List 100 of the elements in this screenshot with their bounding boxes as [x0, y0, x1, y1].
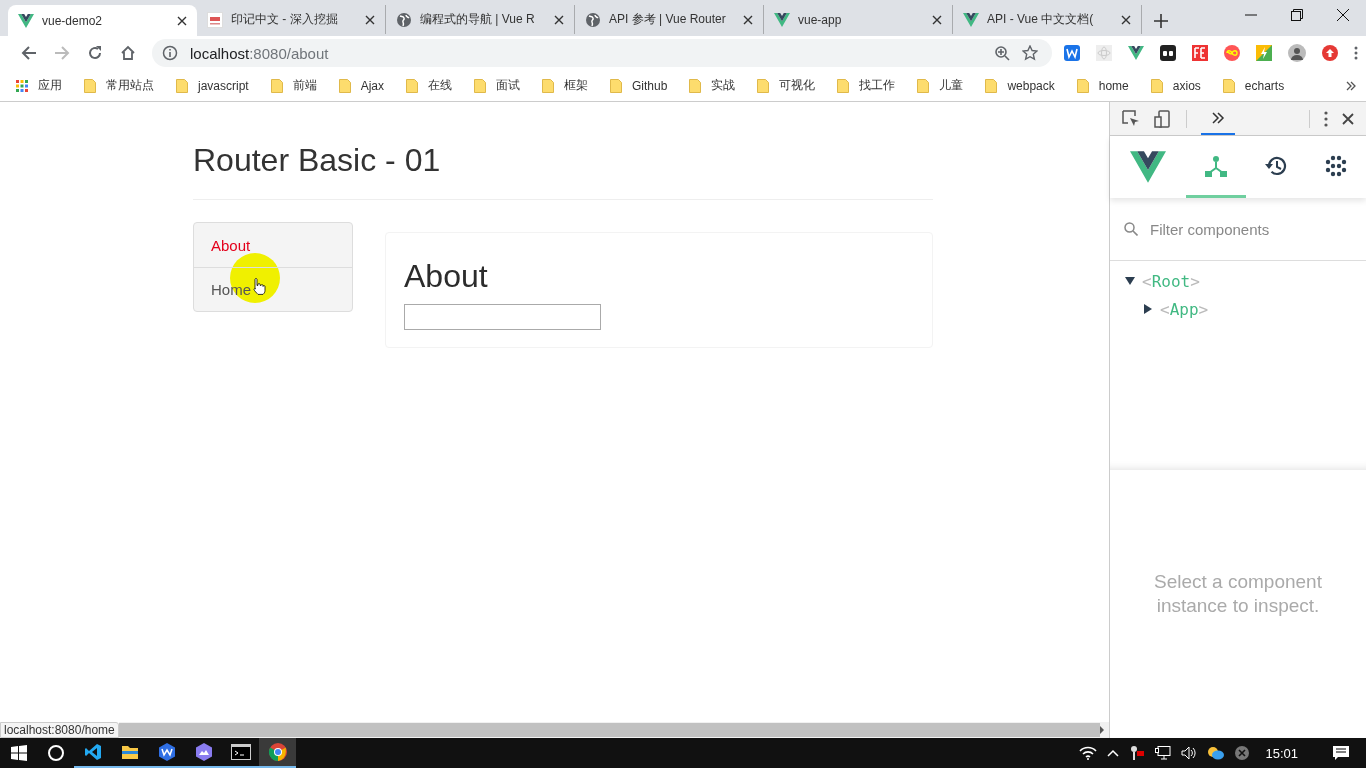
tag-bracket: < [1142, 271, 1152, 291]
close-icon[interactable] [930, 14, 944, 25]
menu-icon[interactable] [1354, 46, 1358, 60]
tab-title: vue-demo2 [42, 13, 104, 28]
tag-bracket: < [1160, 299, 1170, 319]
vue-logo-icon [963, 12, 979, 27]
globe-icon [585, 11, 601, 28]
folder-icon [610, 78, 623, 93]
tab-title: API - Vue 中文文档( [987, 11, 1095, 28]
inspect-icon[interactable] [1122, 109, 1140, 128]
bookmark[interactable]: echarts [1222, 78, 1285, 93]
bookmark[interactable]: javascript [176, 78, 249, 93]
hexagon-icon [194, 743, 213, 761]
clock[interactable]: 15:01 [1265, 745, 1298, 761]
bookmark[interactable]: 面试 [474, 77, 521, 94]
browser-tab[interactable]: vue-app [764, 5, 953, 34]
browser-tab[interactable]: 印记中文 - 深入挖掘 [197, 5, 386, 34]
bookmark[interactable]: 可视化 [757, 77, 816, 94]
bookmark[interactable]: 常用站点 [84, 77, 154, 94]
info-icon[interactable] [162, 45, 178, 61]
folder-icon [1076, 78, 1089, 93]
infinity-icon[interactable] [1224, 45, 1240, 61]
collapsed-arrow-icon[interactable] [1142, 304, 1154, 314]
bookmark[interactable]: 儿童 [917, 77, 964, 94]
browser-tab[interactable]: 编程式的导航 | Vue R [386, 5, 575, 34]
hand-cursor-icon [252, 277, 266, 295]
browser-tab[interactable]: API - Vue 中文文档( [953, 5, 1142, 34]
notification-icon[interactable] [1332, 745, 1350, 761]
vue-logo-icon [774, 12, 790, 27]
tag-bracket: > [1190, 271, 1200, 291]
search-icon [1124, 222, 1138, 236]
globe-icon [396, 11, 412, 28]
browser-tab[interactable]: API 参考 | Vue Router [575, 5, 764, 34]
folder-icon [837, 78, 850, 93]
taskbar-app[interactable] [259, 738, 296, 768]
folder-icon [338, 78, 351, 93]
folder-icon [84, 78, 96, 93]
folder-icon [270, 78, 283, 93]
expanded-arrow-icon[interactable] [1124, 276, 1136, 286]
component-name: Root [1151, 271, 1191, 291]
bookmark[interactable]: 应用 [16, 77, 62, 94]
folder-icon [1222, 78, 1235, 93]
bookmark[interactable]: 在线 [406, 77, 453, 94]
yinji-logo-icon [207, 11, 223, 28]
url-host: localhost [190, 44, 250, 62]
tab-title: API 参考 | Vue Router [609, 11, 727, 28]
close-icon[interactable] [1342, 112, 1354, 125]
tab-title: vue-app [798, 12, 843, 27]
bookmark[interactable]: 框架 [542, 77, 589, 94]
avatar-icon[interactable] [1288, 44, 1306, 62]
w-logo-icon[interactable] [1064, 45, 1080, 61]
component-name: App [1169, 299, 1199, 319]
horizontal-scrollbar[interactable] [118, 722, 1109, 738]
chevron-icon[interactable] [1346, 80, 1356, 91]
page-title: Router Basic - 01 [193, 142, 442, 179]
chrome-logo-icon [268, 743, 287, 761]
bookmark[interactable]: 找工作 [837, 77, 896, 94]
vue-logo-icon [18, 13, 34, 28]
glasses-icon[interactable] [1160, 45, 1176, 61]
terminal-icon [230, 744, 251, 760]
tab-title: 编程式的导航 | Vue R [420, 11, 536, 28]
star-icon[interactable] [1022, 45, 1038, 61]
zoom-icon[interactable] [994, 45, 1010, 61]
nav-link[interactable]: About [194, 223, 352, 267]
plus-icon[interactable] [1154, 14, 1168, 28]
bookmark[interactable]: Ajax [338, 78, 385, 93]
bookmark[interactable]: Github [610, 78, 668, 93]
code-editor-icon [83, 743, 102, 761]
url-path: :8080/about [249, 44, 329, 62]
folder-icon [757, 78, 770, 93]
text-input[interactable] [404, 304, 601, 331]
bookmark[interactable]: home [1076, 78, 1129, 93]
device-icon[interactable] [1154, 109, 1172, 128]
close-icon[interactable] [175, 15, 189, 26]
close-icon[interactable] [741, 14, 755, 25]
component-tree-icon [1204, 153, 1228, 178]
lightning-icon[interactable] [1256, 45, 1272, 61]
view-heading: About [404, 259, 489, 295]
folder-icon [406, 78, 419, 93]
upload-icon[interactable] [1322, 45, 1338, 61]
bookmark[interactable]: 实战 [689, 77, 736, 94]
fe-logo-icon[interactable] [1192, 45, 1208, 61]
menu-icon[interactable] [1324, 110, 1328, 127]
folder-icon [917, 78, 930, 93]
bookmark[interactable]: axios [1150, 78, 1201, 93]
address-bar[interactable]: localhost:8080/about [152, 39, 1052, 67]
bookmark[interactable]: webpack [985, 78, 1055, 93]
folder-icon [176, 78, 188, 93]
close-icon[interactable] [552, 14, 566, 25]
vue-logo-icon[interactable] [1128, 46, 1144, 60]
close-icon[interactable] [1119, 14, 1133, 25]
status-url: localhost:8080/home [0, 722, 119, 738]
folder-icon [120, 744, 139, 760]
empty-hint: Select a component instance to inspect. [1153, 570, 1323, 618]
close-icon[interactable] [363, 14, 377, 25]
browser-tab[interactable]: vue-demo2 [8, 5, 197, 36]
bookmark[interactable]: 前端 [270, 77, 317, 94]
folder-icon [542, 78, 555, 93]
folder-icon [985, 78, 998, 93]
folder-icon [1150, 78, 1163, 93]
